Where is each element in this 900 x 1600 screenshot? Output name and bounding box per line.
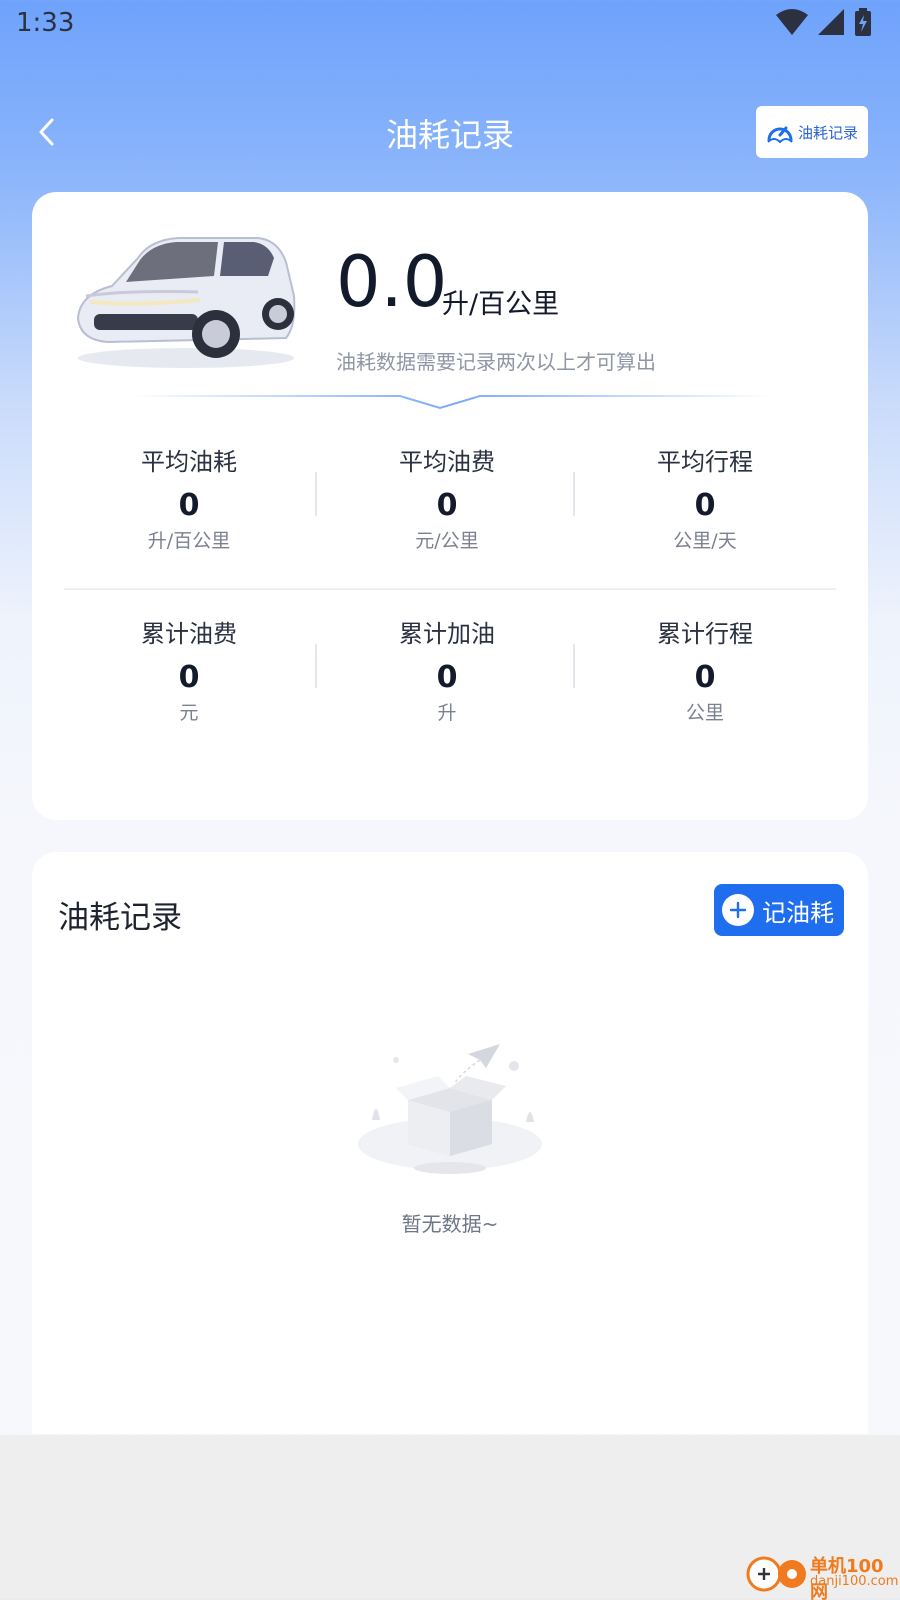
fuel-consumption-value: 0.0 [336, 241, 448, 323]
stat-unit: 公里 [685, 702, 724, 724]
stat-label: 平均油费 [399, 448, 495, 476]
stats-row-total: 累计油费 0 元 累计加油 0 升 累计行程 0 公里 [32, 614, 868, 734]
stat-total-fuel: 累计加油 0 升 [318, 614, 576, 725]
horizontal-divider [64, 588, 836, 590]
fuel-record-shortcut-button[interactable]: 油耗记录 [756, 106, 868, 158]
vertical-divider [315, 644, 317, 688]
watermark-logo: 单机100网 danji100.com [746, 1550, 899, 1600]
stat-label: 累计加油 [399, 620, 495, 648]
watermark-url: danji100.com [810, 1574, 899, 1589]
fuel-consumption-unit: 升/百公里 [442, 289, 560, 320]
empty-box-illustration [358, 1044, 542, 1174]
stat-label: 平均油耗 [141, 448, 237, 476]
stats-row-average: 平均油耗 0 升/百公里 平均油费 0 元/公里 平均行程 0 公里/天 [32, 442, 868, 562]
stat-unit: 元/公里 [415, 530, 479, 552]
wifi-icon [776, 9, 808, 35]
stat-value: 0 [436, 488, 458, 523]
records-title: 油耗记录 [58, 900, 182, 936]
stat-avg-fuel: 平均油耗 0 升/百公里 [60, 442, 318, 553]
fuel-summary-card: 0.0 升/百公里 油耗数据需要记录两次以上才可算出 平均油耗 0 升/百公里 … [32, 192, 868, 820]
shortcut-label: 油耗记录 [797, 123, 858, 142]
vertical-divider [573, 644, 575, 688]
car-image [76, 237, 296, 368]
fuel-consumption-hint: 油耗数据需要记录两次以上才可算出 [336, 350, 656, 374]
stat-unit: 公里/天 [673, 530, 737, 552]
stat-unit: 元 [179, 702, 199, 724]
stat-value: 0 [694, 660, 716, 695]
status-icons [776, 8, 872, 36]
vertical-divider [573, 472, 575, 516]
battery-charging-icon [855, 8, 871, 36]
stat-value: 0 [178, 488, 200, 523]
stat-value: 0 [178, 660, 200, 695]
vertical-divider [315, 472, 317, 516]
stat-unit: 升/百公里 [147, 530, 231, 552]
nav-bar: 油耗记录 油耗记录 [0, 100, 900, 164]
empty-state-text: 暂无数据~ [401, 1212, 499, 1236]
divider-pointer [132, 395, 772, 410]
stat-label: 平均行程 [657, 448, 753, 476]
status-bar: 1:33 [0, 0, 900, 50]
stat-value: 0 [436, 660, 458, 695]
add-fuel-record-button[interactable]: 记油耗 [714, 884, 844, 936]
status-time: 1:33 [16, 8, 75, 38]
signal-icon [818, 9, 844, 35]
stat-label: 累计行程 [657, 620, 753, 648]
plus-icon [722, 894, 754, 926]
stat-avg-distance: 平均行程 0 公里/天 [576, 442, 834, 553]
fuel-records-card: 油耗记录 记油耗 暂无数据~ [32, 852, 868, 1434]
stat-value: 0 [694, 488, 716, 523]
stat-label: 累计油费 [141, 620, 237, 648]
watermark-icon [746, 1556, 806, 1592]
stat-total-distance: 累计行程 0 公里 [576, 614, 834, 725]
stat-unit: 升 [437, 702, 457, 724]
stat-total-cost: 累计油费 0 元 [60, 614, 318, 725]
add-fuel-record-label: 记油耗 [762, 898, 834, 927]
speedometer-icon [767, 126, 793, 144]
stat-avg-cost: 平均油费 0 元/公里 [318, 442, 576, 553]
